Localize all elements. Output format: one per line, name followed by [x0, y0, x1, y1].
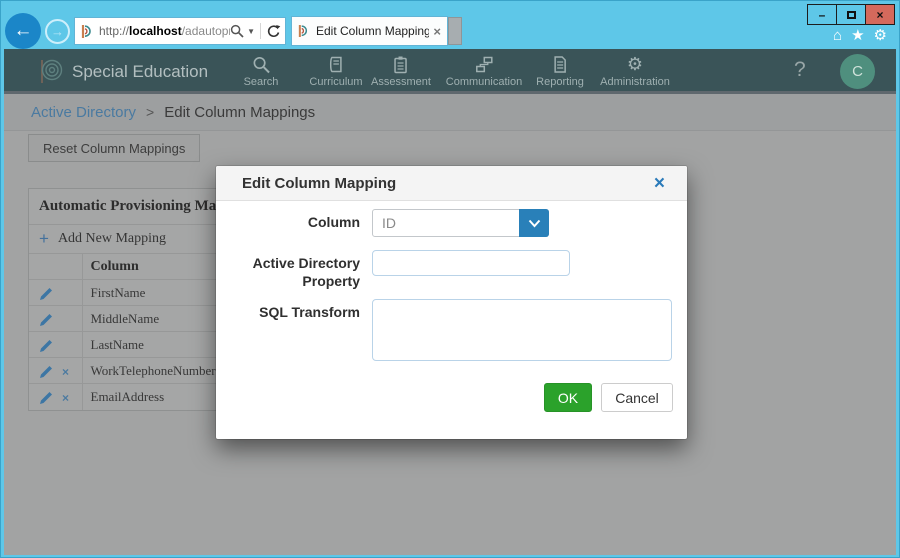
- nav-item-label: Communication: [446, 76, 522, 88]
- avatar-initial: C: [852, 63, 863, 80]
- clipboard-icon: [371, 54, 431, 74]
- delete-icon[interactable]: ×: [62, 365, 69, 379]
- refresh-icon[interactable]: [266, 24, 281, 39]
- delete-icon[interactable]: ×: [62, 391, 69, 405]
- back-button[interactable]: ←: [5, 13, 41, 49]
- app-title: Special Education: [72, 62, 208, 82]
- sql-transform-field-label: SQL Transform: [216, 299, 372, 322]
- column-select-value: ID: [373, 215, 519, 231]
- browser-tab[interactable]: Edit Column Mappings ×: [291, 16, 448, 46]
- ad-property-input[interactable]: [372, 250, 570, 276]
- favorites-star-icon[interactable]: ★: [851, 27, 864, 45]
- search-icon[interactable]: [230, 24, 244, 38]
- nav-item-label: Search: [244, 76, 279, 88]
- site-favicon: [81, 24, 94, 39]
- forward-button[interactable]: →: [45, 19, 70, 44]
- close-icon: ×: [876, 8, 883, 22]
- nav-item-search[interactable]: Search: [244, 54, 279, 88]
- url-host: localhost: [129, 24, 182, 38]
- tab-favicon: [298, 24, 310, 38]
- new-tab-button[interactable]: [448, 17, 462, 45]
- app-logo-icon: [39, 58, 65, 85]
- maximize-button[interactable]: [836, 4, 866, 25]
- browser-settings-gear-icon[interactable]: ⚙: [874, 27, 887, 45]
- close-window-button[interactable]: ×: [865, 4, 895, 25]
- nav-item-curriculum[interactable]: Curriculum: [309, 54, 362, 88]
- edit-pencil-icon[interactable]: [39, 365, 53, 379]
- help-button[interactable]: ?: [794, 58, 806, 82]
- nav-item-label: Reporting: [536, 76, 584, 88]
- dialog-title: Edit Column Mapping: [216, 175, 654, 192]
- user-avatar[interactable]: C: [840, 54, 875, 89]
- page-viewport: Special Education Search Curriculum Asse…: [4, 49, 896, 555]
- chevron-down-icon[interactable]: [519, 209, 549, 237]
- nav-item-label: Administration: [600, 76, 670, 88]
- book-icon: [309, 54, 362, 74]
- edit-pencil-icon[interactable]: [39, 391, 53, 405]
- address-dropdown-caret-icon[interactable]: ▼: [247, 27, 255, 36]
- address-bar[interactable]: http://localhost/adautoprovisionedit ▼: [74, 17, 286, 45]
- tab-close-icon[interactable]: ×: [433, 24, 441, 39]
- minimize-icon: –: [819, 8, 826, 22]
- plus-icon: +: [39, 229, 49, 249]
- document-icon: [536, 54, 584, 74]
- minimize-button[interactable]: –: [807, 4, 837, 25]
- home-icon[interactable]: ⌂: [833, 27, 842, 45]
- nav-item-assessment[interactable]: Assessment: [371, 54, 431, 88]
- column-select[interactable]: ID: [372, 209, 549, 237]
- browser-window: – × ⌂ ★ ⚙ ← → http://localhost/adautopro…: [0, 0, 900, 558]
- edit-pencil-icon[interactable]: [39, 287, 53, 301]
- search-icon: [244, 54, 279, 74]
- reset-column-mappings-button[interactable]: Reset Column Mappings: [28, 134, 200, 162]
- page-title: Edit Column Mappings: [164, 104, 315, 121]
- nav-item-communication[interactable]: Communication: [446, 54, 522, 88]
- edit-pencil-icon[interactable]: [39, 339, 53, 353]
- breadcrumb-link-active-directory[interactable]: Active Directory: [31, 104, 136, 121]
- url-text[interactable]: http://localhost/adautoprovisionedit: [99, 24, 230, 38]
- url-path: /adautoprovisionedit: [182, 24, 230, 38]
- nav-item-label: Assessment: [371, 76, 431, 88]
- nav-item-administration[interactable]: ⚙ Administration: [600, 54, 670, 88]
- sql-transform-textarea[interactable]: [372, 299, 672, 361]
- breadcrumb-separator: >: [146, 104, 154, 120]
- maximize-icon: [847, 11, 856, 19]
- forward-arrow-icon: →: [51, 24, 64, 39]
- edit-pencil-icon[interactable]: [39, 313, 53, 327]
- app-navbar: Special Education Search Curriculum Asse…: [4, 49, 896, 94]
- dialog-header: Edit Column Mapping ×: [216, 166, 687, 201]
- url-protocol: http://: [99, 24, 129, 38]
- breadcrumb: Active Directory > Edit Column Mappings: [4, 94, 896, 131]
- add-new-mapping-label: Add New Mapping: [58, 231, 166, 247]
- back-arrow-icon: ←: [14, 20, 33, 42]
- window-controls: – ×: [808, 4, 895, 25]
- address-divider: [260, 23, 261, 39]
- gear-icon: ⚙: [600, 54, 670, 74]
- edit-column-mapping-dialog: Edit Column Mapping × Column ID Active D…: [216, 166, 687, 439]
- nav-item-label: Curriculum: [309, 76, 362, 88]
- dialog-close-icon[interactable]: ×: [654, 174, 687, 193]
- cancel-button[interactable]: Cancel: [601, 383, 673, 412]
- org-chart-icon: [446, 54, 522, 74]
- actions-header-cell: [29, 254, 82, 280]
- ok-button[interactable]: OK: [544, 383, 592, 412]
- ad-property-field-label: Active Directory Property: [216, 250, 372, 290]
- tab-title: Edit Column Mappings: [316, 24, 429, 38]
- nav-item-reporting[interactable]: Reporting: [536, 54, 584, 88]
- column-field-label: Column: [216, 209, 372, 232]
